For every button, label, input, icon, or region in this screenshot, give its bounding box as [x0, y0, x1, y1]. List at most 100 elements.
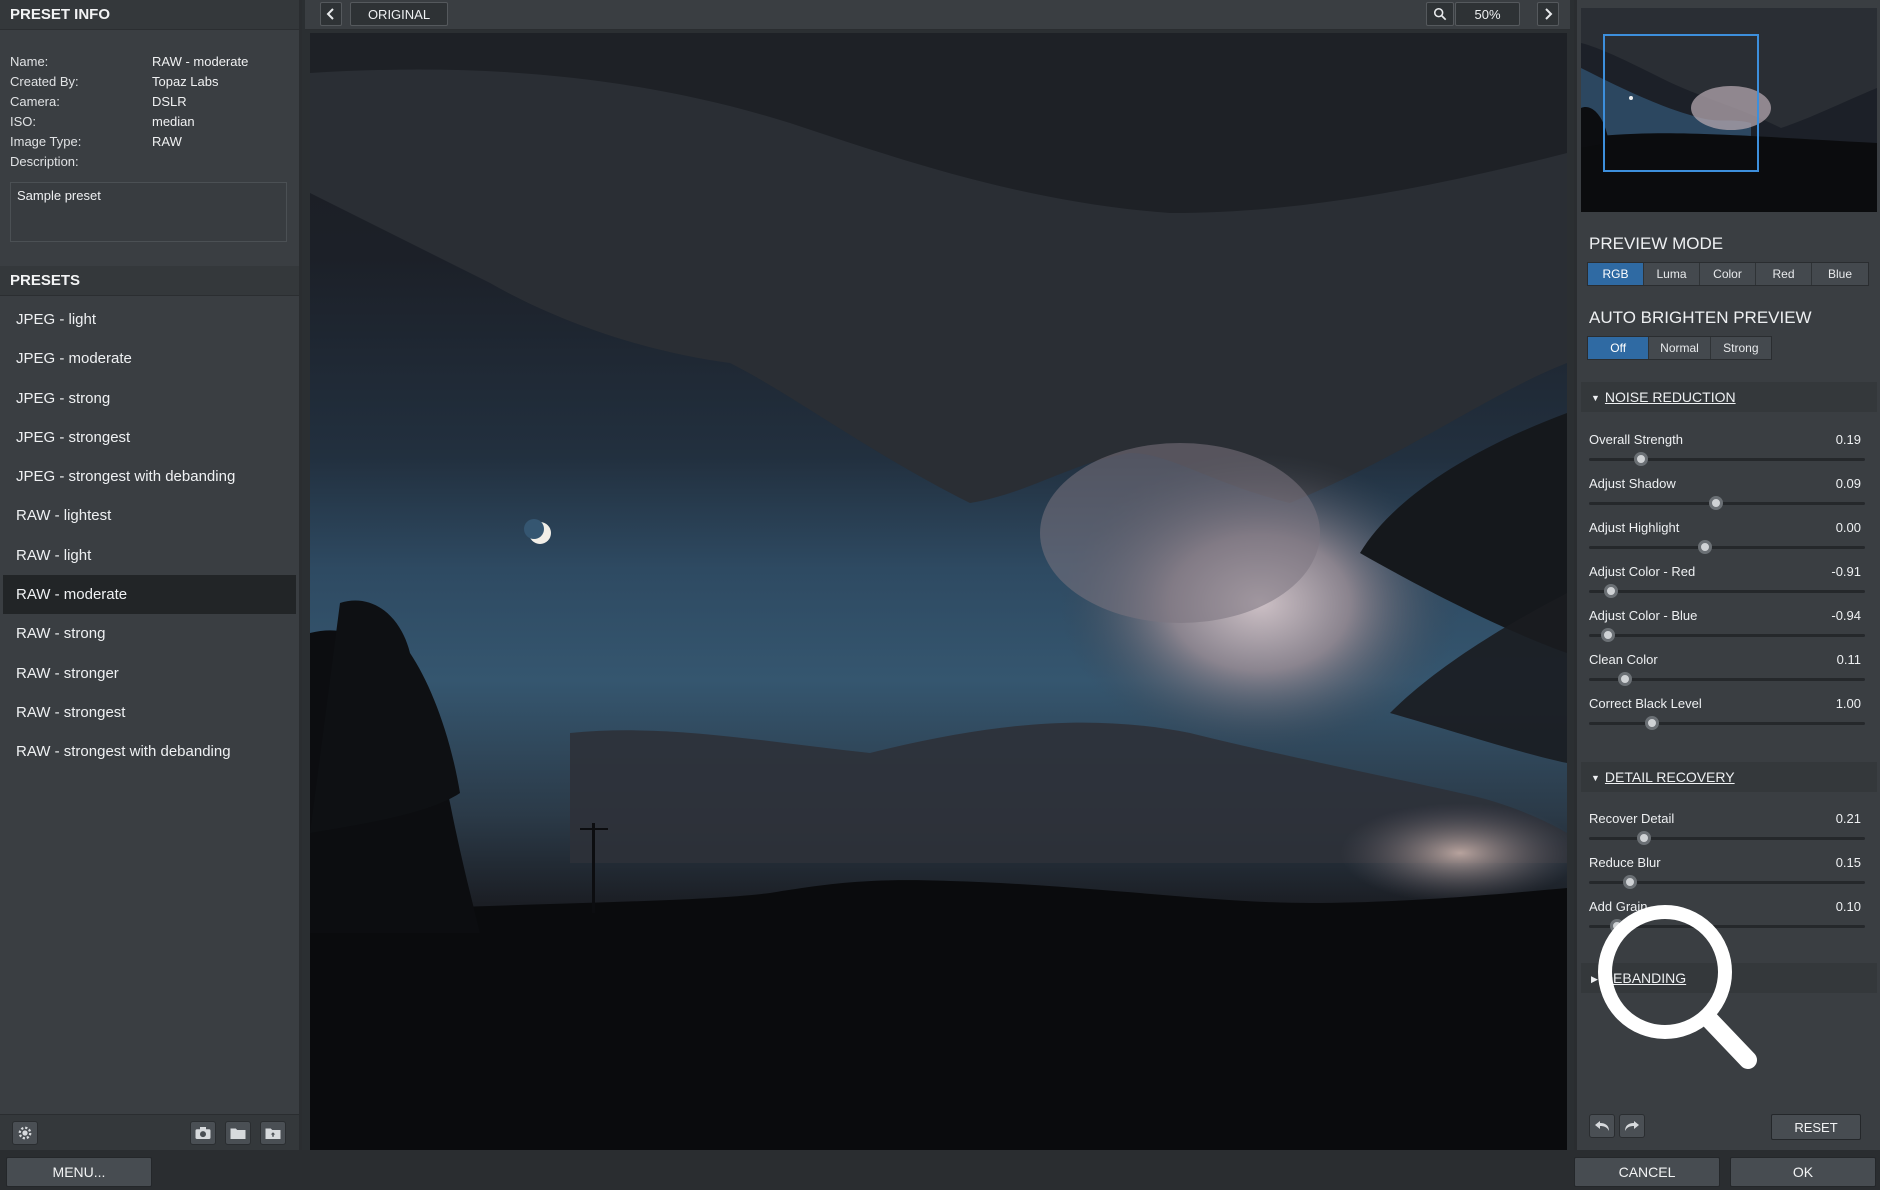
slider-handle[interactable]	[1637, 831, 1652, 845]
slider-handle[interactable]	[1634, 452, 1649, 466]
slider-value[interactable]: -0.91	[1831, 564, 1861, 579]
import-preset-button[interactable]	[225, 1121, 251, 1145]
slider-value[interactable]: 0.15	[1836, 855, 1861, 870]
cancel-button[interactable]: CANCEL	[1574, 1157, 1720, 1187]
preset-item[interactable]: JPEG - moderate	[3, 339, 296, 378]
gear-icon	[18, 1126, 32, 1140]
slider-value[interactable]: 0.09	[1836, 476, 1861, 491]
slider-recover-detail[interactable]: Recover Detail 0.21	[1589, 811, 1869, 855]
auto-brighten-strong[interactable]: Strong	[1711, 337, 1771, 359]
reset-button[interactable]: RESET	[1771, 1114, 1861, 1140]
navigator-viewport-frame[interactable]	[1603, 34, 1759, 172]
preset-item[interactable]: RAW - light	[3, 536, 296, 575]
slider-label: Clean Color	[1589, 652, 1658, 667]
menu-button[interactable]: MENU...	[6, 1157, 152, 1187]
zoom-button[interactable]	[1426, 2, 1454, 26]
info-value: median	[152, 114, 195, 129]
slider-label: Adjust Color - Blue	[1589, 608, 1698, 623]
preset-item[interactable]: JPEG - strong	[3, 379, 296, 418]
slider-handle[interactable]	[1604, 584, 1619, 598]
preview-mode-red[interactable]: Red	[1756, 263, 1812, 285]
collapse-right-button[interactable]	[1537, 2, 1559, 26]
navigator-thumbnail[interactable]	[1581, 8, 1877, 212]
slider-track[interactable]	[1589, 837, 1865, 840]
slider-adjust-shadow[interactable]: Adjust Shadow 0.09	[1589, 476, 1869, 520]
detail-recovery-title: DETAIL RECOVERY	[1604, 769, 1735, 785]
preview-mode-color[interactable]: Color	[1700, 263, 1756, 285]
detail-recovery-header[interactable]: ▼ DETAIL RECOVERY	[1581, 762, 1877, 792]
undo-button[interactable]	[1589, 1114, 1615, 1138]
image-preview[interactable]	[310, 33, 1567, 1150]
slider-track[interactable]	[1589, 722, 1865, 725]
preset-item[interactable]: JPEG - light	[3, 300, 296, 339]
left-panel: PRESET INFO Name: RAW - moderate Created…	[0, 0, 302, 1150]
redo-button[interactable]	[1619, 1114, 1645, 1138]
slider-track[interactable]	[1589, 590, 1865, 593]
slider-value[interactable]: 0.21	[1836, 811, 1861, 826]
info-value: RAW	[152, 134, 182, 149]
slider-value[interactable]: 0.11	[1837, 652, 1861, 667]
preview-mode-rgb[interactable]: RGB	[1588, 263, 1644, 285]
info-key: Image Type:	[10, 134, 82, 149]
folder-export-icon	[265, 1128, 281, 1139]
export-preset-button[interactable]	[260, 1121, 286, 1145]
slider-value[interactable]: 0.10	[1836, 899, 1861, 914]
slider-value[interactable]: -0.94	[1831, 608, 1861, 623]
slider-label: Correct Black Level	[1589, 696, 1702, 711]
preset-item[interactable]: RAW - strongest with debanding	[3, 732, 296, 771]
slider-adjust-color-blue[interactable]: Adjust Color - Blue -0.94	[1589, 608, 1869, 652]
auto-brighten-heading: AUTO BRIGHTEN PREVIEW	[1589, 308, 1812, 327]
slider-handle[interactable]	[1697, 540, 1712, 554]
info-value: RAW - moderate	[152, 54, 249, 69]
slider-label: Overall Strength	[1589, 432, 1683, 447]
ok-button[interactable]: OK	[1730, 1157, 1876, 1187]
preset-item-selected[interactable]: RAW - moderate	[3, 575, 296, 615]
preset-item[interactable]: RAW - strongest	[3, 693, 296, 732]
slider-clean-color[interactable]: Clean Color 0.11	[1589, 652, 1869, 696]
collapse-left-button[interactable]	[320, 2, 342, 26]
slider-overall-strength[interactable]: Overall Strength 0.19	[1589, 432, 1869, 476]
slider-value[interactable]: 0.00	[1836, 520, 1861, 535]
info-key: Name:	[10, 54, 49, 69]
slider-handle[interactable]	[1708, 496, 1723, 510]
description-box: Sample preset	[10, 182, 287, 242]
info-row-name: Name: RAW - moderate	[10, 52, 289, 72]
slider-handle[interactable]	[1617, 672, 1632, 686]
slider-correct-black-level[interactable]: Correct Black Level 1.00	[1589, 696, 1869, 740]
slider-track[interactable]	[1589, 634, 1865, 637]
slider-adjust-color-red[interactable]: Adjust Color - Red -0.91	[1589, 564, 1869, 608]
info-key: ISO:	[10, 114, 37, 129]
noise-reduction-header[interactable]: ▼ NOISE REDUCTION	[1581, 382, 1877, 412]
slider-value[interactable]: 1.00	[1836, 696, 1861, 711]
slider-handle[interactable]	[1623, 875, 1638, 889]
preset-item[interactable]: RAW - stronger	[3, 654, 296, 693]
auto-brighten-off[interactable]: Off	[1588, 337, 1650, 359]
preset-item[interactable]: RAW - strong	[3, 614, 296, 653]
slider-label: Adjust Shadow	[1589, 476, 1676, 491]
slider-track[interactable]	[1589, 546, 1865, 549]
slider-value[interactable]: 0.19	[1836, 432, 1861, 447]
preview-mode-blue[interactable]: Blue	[1812, 263, 1868, 285]
preset-item[interactable]: RAW - lightest	[3, 496, 296, 535]
slider-adjust-highlight[interactable]: Adjust Highlight 0.00	[1589, 520, 1869, 564]
settings-button[interactable]	[12, 1121, 38, 1145]
presets-heading: PRESETS	[0, 266, 299, 296]
slider-handle[interactable]	[1601, 628, 1616, 642]
denoise-app-window: PRESET INFO Name: RAW - moderate Created…	[0, 0, 1880, 1190]
noise-reduction-title: NOISE REDUCTION	[1604, 389, 1736, 405]
info-key: Created By:	[10, 74, 79, 89]
slider-label: Reduce Blur	[1589, 855, 1661, 870]
preset-item[interactable]: JPEG - strongest	[3, 418, 296, 457]
preset-item[interactable]: JPEG - strongest with debanding	[3, 457, 296, 496]
original-button[interactable]: ORIGINAL	[350, 2, 448, 26]
slider-reduce-blur[interactable]: Reduce Blur 0.15	[1589, 855, 1869, 899]
slider-handle[interactable]	[1645, 716, 1660, 730]
slider-track[interactable]	[1589, 458, 1865, 461]
save-preset-button[interactable]	[190, 1121, 216, 1145]
auto-brighten-normal[interactable]: Normal	[1649, 337, 1711, 359]
preview-mode-heading: PREVIEW MODE	[1589, 234, 1724, 253]
slider-track[interactable]	[1589, 502, 1865, 505]
zoom-level[interactable]: 50%	[1455, 2, 1520, 26]
preview-mode-luma[interactable]: Luma	[1644, 263, 1700, 285]
folder-icon	[230, 1128, 246, 1139]
